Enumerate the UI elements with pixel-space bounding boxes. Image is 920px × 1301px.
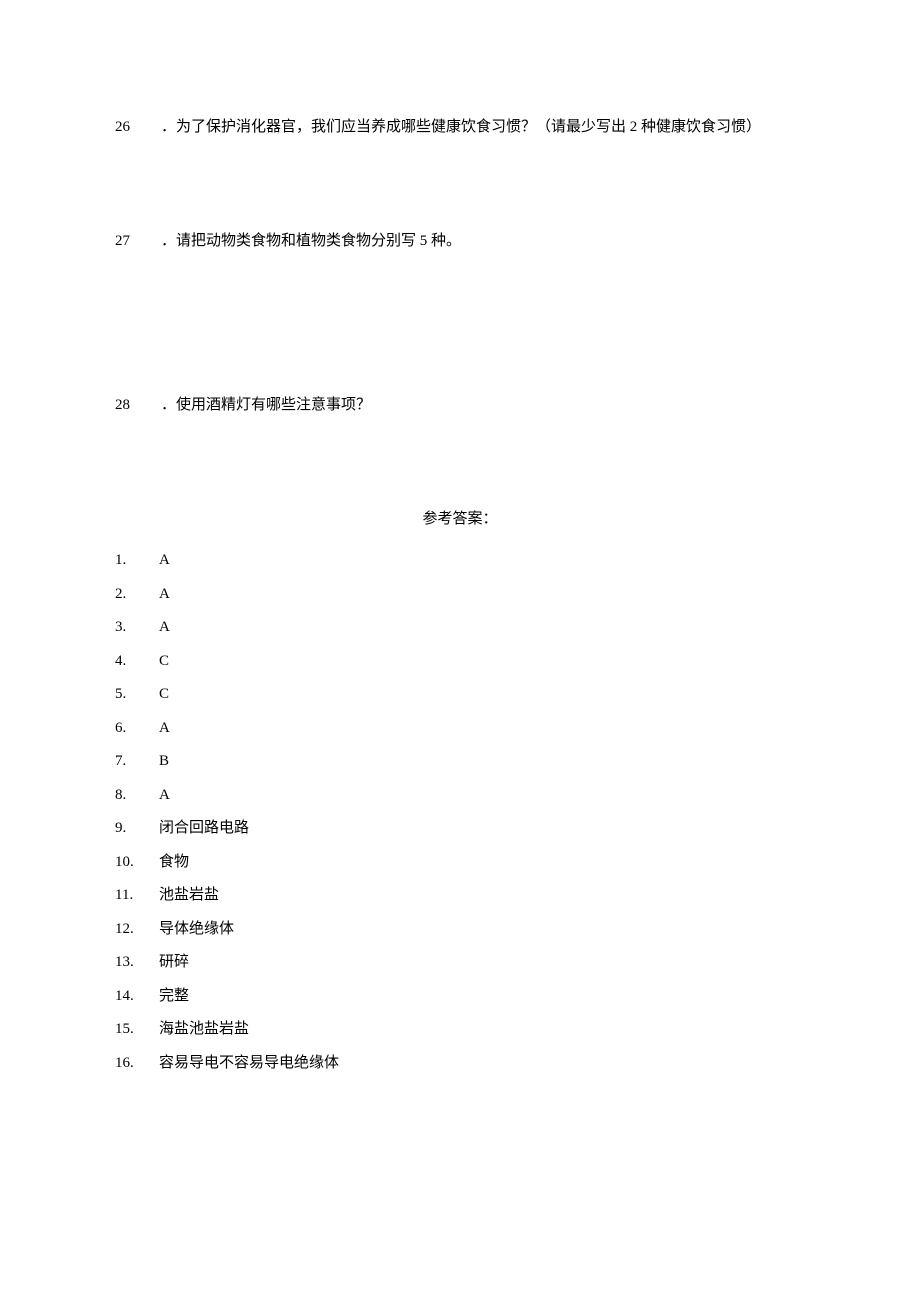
answer-number: 13.: [115, 951, 151, 974]
answer-number: 11.: [115, 884, 151, 907]
answer-item: 9. 闭合回路电路: [115, 817, 805, 840]
answer-value: A: [159, 616, 170, 639]
answer-item: 6. A: [115, 717, 805, 740]
answer-item: 11. 池盐岩盐: [115, 884, 805, 907]
answer-item: 7. B: [115, 750, 805, 773]
answer-value: 研碎: [159, 951, 189, 974]
question-number: 28: [115, 393, 145, 417]
answer-item: 2. A: [115, 583, 805, 606]
answer-number: 6.: [115, 717, 151, 740]
question-28: 28 ．使用酒精灯有哪些注意事项？: [115, 393, 805, 417]
answer-number: 7.: [115, 750, 151, 773]
answer-item: 4. C: [115, 650, 805, 673]
answer-value: 容易导电不容易导电绝缘体: [159, 1052, 339, 1075]
answer-value: 池盐岩盐: [159, 884, 219, 907]
answer-item: 1. A: [115, 549, 805, 572]
answer-title: 参考答案：: [115, 507, 805, 531]
answer-value: A: [159, 549, 170, 572]
answer-number: 8.: [115, 784, 151, 807]
answer-number: 12.: [115, 918, 151, 941]
answer-value: 闭合回路电路: [159, 817, 249, 840]
answer-number: 16.: [115, 1052, 151, 1075]
answer-number: 15.: [115, 1018, 151, 1041]
question-text: ．使用酒精灯有哪些注意事项？: [161, 393, 371, 417]
answer-number: 9.: [115, 817, 151, 840]
answer-value: 导体绝缘体: [159, 918, 234, 941]
answer-value: A: [159, 784, 170, 807]
answer-number: 5.: [115, 683, 151, 706]
answer-item: 12. 导体绝缘体: [115, 918, 805, 941]
answer-value: 食物: [159, 851, 189, 874]
answer-item: 13. 研碎: [115, 951, 805, 974]
answer-number: 10.: [115, 851, 151, 874]
question-27: 27 ．请把动物类食物和植物类食物分别写 5 种。: [115, 229, 805, 253]
answer-value: C: [159, 683, 169, 706]
answer-number: 3.: [115, 616, 151, 639]
question-number: 27: [115, 229, 145, 253]
answer-value: 海盐池盐岩盐: [159, 1018, 249, 1041]
answer-item: 16. 容易导电不容易导电绝缘体: [115, 1052, 805, 1075]
answer-item: 15. 海盐池盐岩盐: [115, 1018, 805, 1041]
question-number: 26: [115, 115, 145, 139]
answer-item: 5. C: [115, 683, 805, 706]
question-text: ．为了保护消化器官，我们应当养成哪些健康饮食习惯？（请最少写出 2 种健康饮食习…: [161, 115, 805, 139]
answer-item: 8. A: [115, 784, 805, 807]
answer-item: 10. 食物: [115, 851, 805, 874]
answer-value: C: [159, 650, 169, 673]
question-text: ．请把动物类食物和植物类食物分别写 5 种。: [161, 229, 461, 253]
answer-number: 1.: [115, 549, 151, 572]
answer-item: 14. 完整: [115, 985, 805, 1008]
answer-number: 4.: [115, 650, 151, 673]
answer-list: 1. A 2. A 3. A 4. C 5. C 6. A 7. B 8. A …: [115, 549, 805, 1074]
answer-number: 14.: [115, 985, 151, 1008]
answer-value: A: [159, 717, 170, 740]
answer-value: B: [159, 750, 169, 773]
question-26: 26 ．为了保护消化器官，我们应当养成哪些健康饮食习惯？（请最少写出 2 种健康…: [115, 115, 805, 139]
answer-number: 2.: [115, 583, 151, 606]
answer-value: 完整: [159, 985, 189, 1008]
answer-item: 3. A: [115, 616, 805, 639]
answer-value: A: [159, 583, 170, 606]
